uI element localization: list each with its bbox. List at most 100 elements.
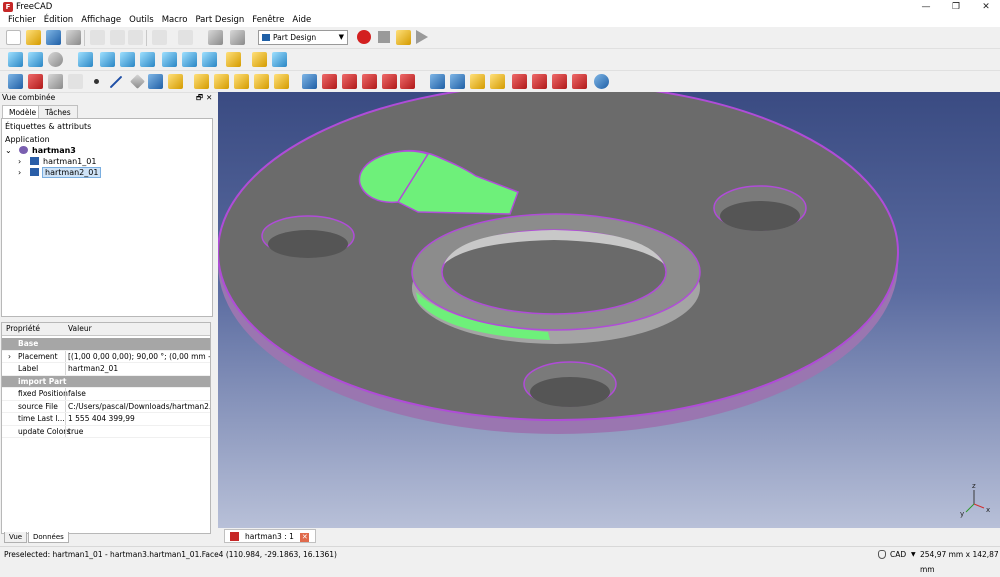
tab-vue[interactable]: Vue — [4, 532, 28, 543]
property-value[interactable]: true — [68, 426, 210, 439]
close-button[interactable]: ✕ — [972, 0, 1000, 14]
menu-aide[interactable]: Aide — [288, 14, 315, 27]
cut-icon[interactable] — [90, 30, 105, 45]
refresh-icon[interactable] — [208, 30, 223, 45]
rear-view-icon[interactable] — [162, 52, 177, 67]
tree-item-hartman1[interactable]: › hartman1_01 — [18, 156, 208, 167]
workbench-selector[interactable]: Part Design ▼ — [258, 30, 348, 45]
property-row-fixed-position[interactable]: fixed Position false — [2, 388, 210, 401]
minimize-button[interactable]: — — [912, 0, 940, 14]
measure-icon[interactable] — [226, 52, 241, 67]
subtractive-primitive-icon[interactable] — [400, 74, 415, 89]
datum-plane-icon[interactable] — [130, 74, 145, 89]
paste-icon[interactable] — [128, 30, 143, 45]
property-value[interactable]: hartman2_01 — [68, 363, 210, 376]
boolean-icon[interactable] — [594, 74, 609, 89]
property-value[interactable]: C:/Users/pascal/Downloads/hartman2.F... — [68, 401, 210, 414]
whats-this-icon[interactable] — [230, 30, 245, 45]
property-group[interactable]: Base — [2, 338, 210, 351]
property-row-source-file[interactable]: source File C:/Users/pascal/Downloads/ha… — [2, 400, 210, 414]
record-macro-icon[interactable] — [357, 30, 371, 44]
property-row-update-colors[interactable]: update Colors true — [2, 425, 210, 439]
tab-taches[interactable]: Tâches — [38, 105, 78, 118]
pad-icon[interactable] — [194, 74, 209, 89]
fillet-icon[interactable] — [512, 74, 527, 89]
navigation-style[interactable]: CAD — [890, 547, 906, 562]
additive-pipe-icon[interactable] — [254, 74, 269, 89]
open-icon[interactable] — [26, 30, 41, 45]
close-tab-icon[interactable]: ✕ — [300, 533, 310, 542]
linear-pattern-icon[interactable] — [450, 74, 465, 89]
clone-icon[interactable] — [168, 74, 183, 89]
tab-donnees[interactable]: Données — [28, 532, 69, 543]
property-value[interactable]: [(1,00 0,00 0,00); 90,00 °; (0,00 mm -22… — [68, 351, 210, 364]
map-sketch-icon[interactable] — [68, 74, 83, 89]
top-view-icon[interactable] — [120, 52, 135, 67]
print-icon[interactable] — [66, 30, 81, 45]
isometric-view-icon[interactable] — [78, 52, 93, 67]
groove-icon[interactable] — [342, 74, 357, 89]
menu-edition[interactable]: Édition — [40, 14, 77, 27]
front-view-icon[interactable] — [100, 52, 115, 67]
additive-primitive-icon[interactable] — [274, 74, 289, 89]
menu-macro[interactable]: Macro — [158, 14, 192, 27]
menu-part-design[interactable]: Part Design — [191, 14, 248, 27]
tree-item-hartman3[interactable]: ⌄ hartman3 — [5, 145, 205, 156]
close-panel-icon[interactable]: ✕ — [206, 92, 212, 104]
hole-icon[interactable] — [322, 74, 337, 89]
draft-icon[interactable] — [552, 74, 567, 89]
3d-model-scene[interactable]: z x y — [218, 92, 1000, 528]
undo-icon[interactable] — [152, 30, 167, 45]
save-icon[interactable] — [46, 30, 61, 45]
property-value[interactable]: 1 555 404 399,99 — [68, 413, 210, 426]
menu-fichier[interactable]: Fichier — [4, 14, 40, 27]
create-body-icon[interactable] — [8, 74, 23, 89]
subtractive-pipe-icon[interactable] — [382, 74, 397, 89]
draw-style-icon[interactable] — [48, 52, 63, 67]
right-view-icon[interactable] — [140, 52, 155, 67]
run-macro-icon[interactable] — [416, 30, 428, 44]
mirrored-icon[interactable] — [430, 74, 445, 89]
expand-icon[interactable]: ⌄ — [5, 146, 12, 155]
copy-icon[interactable] — [110, 30, 125, 45]
expand-icon[interactable]: › — [18, 157, 21, 166]
menu-affichage[interactable]: Affichage — [77, 14, 125, 27]
datum-point-icon[interactable] — [94, 79, 99, 84]
chamfer-icon[interactable] — [532, 74, 547, 89]
polar-pattern-icon[interactable] — [470, 74, 485, 89]
validate-sketch-icon[interactable] — [48, 74, 63, 89]
stop-macro-icon[interactable] — [378, 31, 390, 43]
fit-selection-icon[interactable] — [28, 52, 43, 67]
menu-outils[interactable]: Outils — [125, 14, 158, 27]
create-group-icon[interactable] — [272, 52, 287, 67]
redo-icon[interactable] — [178, 30, 193, 45]
expand-icon[interactable]: › — [18, 168, 21, 177]
thickness-icon[interactable] — [572, 74, 587, 89]
tree-item-hartman2[interactable]: › hartman2_01 — [18, 167, 208, 178]
additive-loft-icon[interactable] — [234, 74, 249, 89]
document-tab-hartman3[interactable]: hartman3 : 1 ✕ — [224, 529, 317, 543]
3d-viewport[interactable]: z x y — [218, 92, 1000, 528]
menu-fenetre[interactable]: Fenêtre — [248, 14, 288, 27]
float-panel-icon[interactable]: 🗗 — [196, 92, 203, 104]
create-sketch-icon[interactable] — [28, 74, 43, 89]
tab-modele[interactable]: Modèle — [2, 105, 44, 118]
property-row-label[interactable]: Label hartman2_01 — [2, 363, 210, 376]
expand-icon[interactable]: › — [8, 351, 11, 364]
property-row-placement[interactable]: › Placement [(1,00 0,00 0,00); 90,00 °; … — [2, 350, 210, 364]
bottom-view-icon[interactable] — [182, 52, 197, 67]
create-part-icon[interactable] — [252, 52, 267, 67]
subtractive-loft-icon[interactable] — [362, 74, 377, 89]
property-value[interactable]: false — [68, 388, 210, 401]
shape-binder-icon[interactable] — [148, 74, 163, 89]
fit-all-icon[interactable] — [8, 52, 23, 67]
new-document-icon[interactable] — [6, 30, 21, 45]
datum-line-icon[interactable] — [109, 75, 123, 89]
revolution-icon[interactable] — [214, 74, 229, 89]
property-group[interactable]: import Part — [2, 375, 210, 388]
property-row-time-last-import[interactable]: time Last I... 1 555 404 399,99 — [2, 413, 210, 426]
maximize-button[interactable]: ❐ — [942, 0, 970, 14]
macro-edit-icon[interactable] — [396, 30, 411, 45]
multitransform-icon[interactable] — [490, 74, 505, 89]
pocket-icon[interactable] — [302, 74, 317, 89]
